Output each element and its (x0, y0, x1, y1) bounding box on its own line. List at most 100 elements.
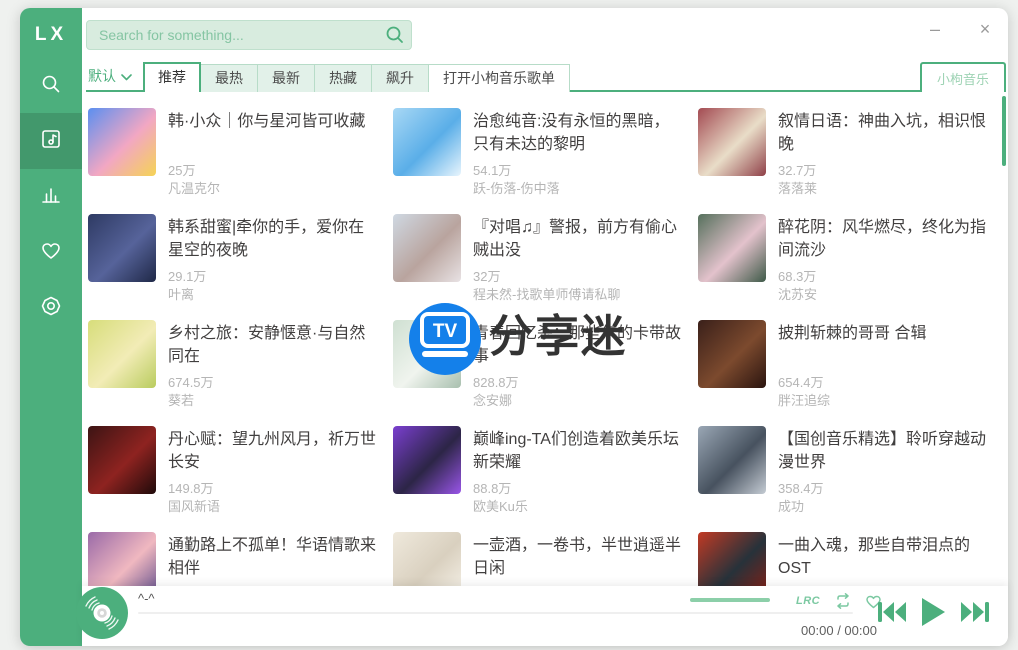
board-select-label: 默认 (88, 66, 116, 86)
playlist-author: 成功 (778, 496, 804, 515)
playlist-title: 韩·小众｜你与星河皆可收藏 (168, 110, 380, 133)
seek-bar[interactable] (138, 612, 853, 614)
playlist-author: 欧美Ku乐 (473, 496, 528, 515)
playlist-cover[interactable] (698, 320, 766, 388)
search-submit-icon[interactable] (384, 24, 406, 46)
playlist-title: 青春回忆杀：那些年的卡带故事 (473, 322, 685, 368)
playlist-cover[interactable] (393, 320, 461, 388)
player-mini-icons: LRC (796, 592, 882, 610)
playlist-cover[interactable] (698, 108, 766, 176)
playlist-author: 凡温克尔 (168, 178, 220, 197)
playlist-cover[interactable] (88, 426, 156, 494)
playlist-card[interactable]: 丹心赋：望九州风月，祈万世长安149.8万国风新语 (88, 426, 378, 532)
chevron-down-icon (121, 68, 132, 84)
playlist-author: 落落莱 (778, 178, 817, 197)
playlist-author: 沈苏安 (778, 284, 817, 303)
playlist-card[interactable]: 治愈纯音:没有永恒的黑暗，只有未达的黎明 54.1万跃-伤落-伤中落 (393, 108, 683, 214)
heart-icon (40, 240, 62, 267)
playlist-title: 治愈纯音:没有永恒的黑暗，只有未达的黎明 (473, 110, 685, 156)
playlist-card[interactable]: 叙情日语：神曲入坑，相识恨晚 32.7万落落莱 (698, 108, 988, 214)
playlist-cover[interactable] (393, 532, 461, 586)
sidebar: LX (20, 8, 82, 646)
music-note-icon (40, 128, 62, 155)
sidebar-item-online-music[interactable] (20, 113, 82, 169)
album-disc-icon[interactable] (76, 587, 128, 639)
playlist-title: 醉花阴：风华燃尽，终化为指间流沙 (778, 216, 990, 262)
playlist-title: 韩系甜蜜|牵你的手，爱你在星空的夜晚 (168, 216, 380, 262)
tab-2[interactable]: 最新 (257, 64, 315, 92)
playlist-play-count: 149.8万 (168, 478, 214, 497)
tab-4[interactable]: 飙升 (371, 64, 429, 92)
minimize-button[interactable]: – (921, 16, 949, 44)
playlist-card[interactable]: 醉花阴：风华燃尽，终化为指间流沙 68.3万沈苏安 (698, 214, 988, 320)
playlist-cover[interactable] (698, 214, 766, 282)
tab-3[interactable]: 热藏 (314, 64, 372, 92)
playlist-play-count: 68.3万 (778, 266, 816, 285)
playlist-card[interactable]: 韩系甜蜜|牵你的手，爱你在星空的夜晚 29.1万叶离 (88, 214, 378, 320)
playlist-cover[interactable] (88, 108, 156, 176)
board-select-dropdown[interactable]: 默认 (88, 62, 132, 90)
playlist-author: 叶离 (168, 284, 194, 303)
playlist-cover[interactable] (393, 426, 461, 494)
sidebar-item-leaderboard[interactable] (20, 169, 82, 225)
playlist-card[interactable]: 韩·小众｜你与星河皆可收藏 25万凡温克尔 (88, 108, 378, 214)
play-button[interactable] (920, 597, 946, 632)
sidebar-item-favorites[interactable] (20, 225, 82, 281)
playlist-cover[interactable] (393, 108, 461, 176)
playlist-cover[interactable] (393, 214, 461, 282)
playlist-card[interactable]: 乡村之旅：安静惬意·与自然同在674.5万葵若 (88, 320, 378, 426)
playlist-cover[interactable] (698, 532, 766, 586)
playlist-play-count: 32.7万 (778, 160, 816, 179)
playlist-title: 披荆斩棘的哥哥 合辑 (778, 322, 990, 345)
tab-0[interactable]: 推荐 (143, 62, 201, 92)
playlist-play-count: 29.1万 (168, 266, 206, 285)
lyrics-icon[interactable]: LRC (796, 595, 820, 607)
playlist-play-count: 88.8万 (473, 478, 511, 497)
tab-1[interactable]: 最热 (200, 64, 258, 92)
playlist-author: 念安娜 (473, 390, 512, 409)
volume-slider[interactable] (690, 598, 770, 602)
playlist-card[interactable]: 一曲入魂，那些自带泪点的OST (698, 532, 988, 586)
playlist-play-count: 654.4万 (778, 372, 824, 391)
playlist-title: 叙情日语：神曲入坑，相识恨晚 (778, 110, 990, 156)
bar-chart-icon (40, 184, 62, 211)
playlist-card[interactable]: 一壶酒，一卷书，半世逍遥半日闲 (393, 532, 683, 586)
playlist-play-count: 358.4万 (778, 478, 824, 497)
repeat-icon[interactable] (834, 593, 852, 609)
playlist-play-count: 828.8万 (473, 372, 519, 391)
playlist-author: 跃-伤落-伤中落 (473, 178, 560, 197)
search-icon (40, 73, 62, 100)
next-track-button[interactable] (960, 601, 990, 628)
tab-row: 推荐最热最新热藏飙升打开小枸音乐歌单 (143, 62, 569, 92)
playlist-grid: 韩·小众｜你与星河皆可收藏 25万凡温克尔 治愈纯音:没有永恒的黑暗，只有未达的黎明… (88, 108, 993, 586)
playlist-cover[interactable] (88, 320, 156, 388)
playlist-title: 巅峰ing-TA们创造着欧美乐坛新荣耀 (473, 428, 685, 474)
playlist-cover[interactable] (698, 426, 766, 494)
search-input[interactable] (86, 20, 412, 50)
tab-5[interactable]: 打开小枸音乐歌单 (428, 64, 570, 92)
playlist-title: 【国创音乐精选】聆听穿越动漫世界 (778, 428, 990, 474)
playlist-title: 一壶酒，一卷书，半世逍遥半日闲 (473, 534, 685, 580)
playlist-play-count: 674.5万 (168, 372, 214, 391)
playlist-card[interactable]: 巅峰ing-TA们创造着欧美乐坛新荣耀 88.8万欧美Ku乐 (393, 426, 683, 532)
playlist-card[interactable]: 青春回忆杀：那些年的卡带故事 828.8万念安娜 (393, 320, 683, 426)
scrollbar-thumb[interactable] (1002, 96, 1006, 166)
player-bar: ^-^ LRC 00:00 / 00:00 (82, 586, 1008, 646)
playlist-cover[interactable] (88, 532, 156, 586)
playlist-play-count: 54.1万 (473, 160, 511, 179)
playlist-author: 国风新语 (168, 496, 220, 515)
tab-source-xiaogou[interactable]: 小枸音乐 (920, 62, 1006, 92)
app-window: LX – × 默认 推荐最热最新热藏飙升打开小枸音乐歌单 小枸音乐 韩·小众｜你… (20, 8, 1008, 646)
sidebar-item-settings[interactable] (20, 280, 82, 336)
sidebar-item-search[interactable] (20, 58, 82, 114)
playlist-card[interactable]: 『对唱♫』警报，前方有偷心贼出没32万程未然-找歌单师傅请私聊 (393, 214, 683, 320)
playlist-play-count: 32万 (473, 266, 500, 285)
previous-track-button[interactable] (877, 601, 907, 628)
close-button[interactable]: × (971, 16, 999, 44)
playlist-play-count: 25万 (168, 160, 195, 179)
player-status-text: ^-^ (138, 591, 155, 606)
playlist-card[interactable]: 披荆斩棘的哥哥 合辑654.4万胖汪追综 (698, 320, 988, 426)
playlist-cover[interactable] (88, 214, 156, 282)
playlist-card[interactable]: 【国创音乐精选】聆听穿越动漫世界 358.4万成功 (698, 426, 988, 532)
playlist-card[interactable]: 通勤路上不孤单！华语情歌来相伴 (88, 532, 378, 586)
